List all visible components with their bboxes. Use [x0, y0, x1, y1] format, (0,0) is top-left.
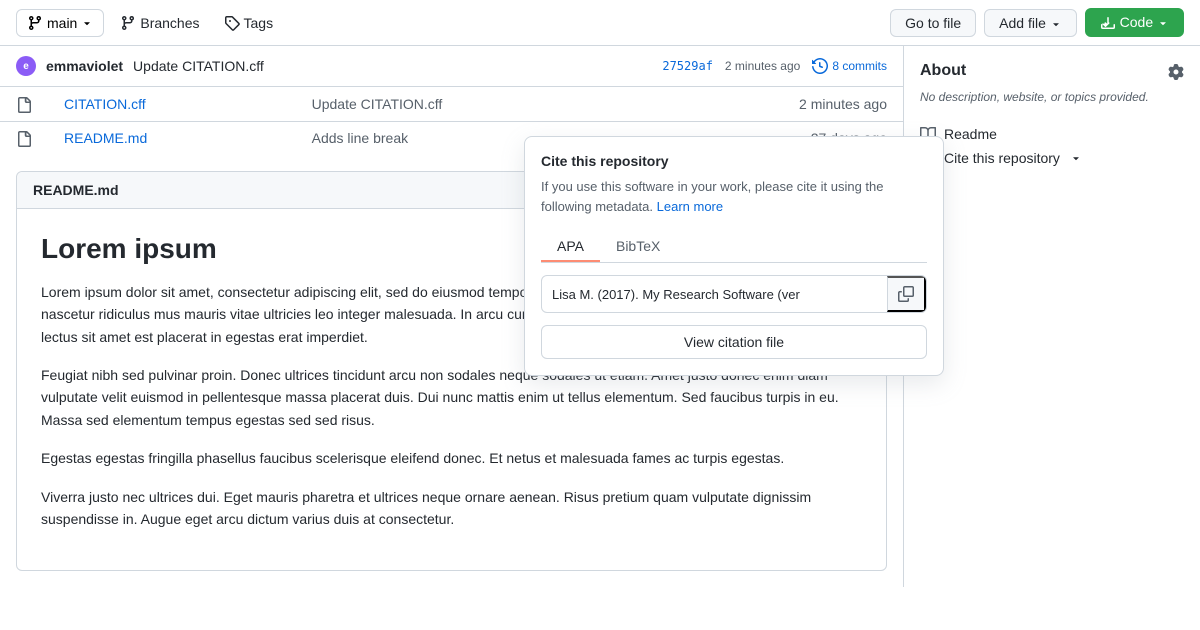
branches-icon — [120, 15, 136, 31]
view-citation-button[interactable]: View citation file — [541, 325, 927, 359]
commit-hash[interactable]: 27529af — [662, 59, 713, 73]
popover-description: If you use this software in your work, p… — [541, 177, 927, 216]
cite-tabs: APA BibTeX — [541, 232, 927, 263]
avatar: e — [16, 56, 36, 76]
citation-box: Lisa M. (2017). My Research Software (ve… — [541, 275, 927, 313]
file-commit-msg-citation: Update CITATION.cff — [312, 96, 443, 112]
cite-label: Cite this repository — [944, 150, 1060, 166]
branch-icon — [27, 15, 43, 31]
sidebar-description: No description, website, or topics provi… — [920, 88, 1184, 106]
add-file-chevron-icon — [1050, 18, 1062, 30]
go-to-file-button[interactable]: Go to file — [890, 9, 976, 37]
readme-para-3: Egestas egestas fringilla phasellus fauc… — [41, 447, 862, 469]
code-button[interactable]: Code — [1085, 8, 1184, 37]
history-icon — [812, 58, 828, 74]
file-icon-cell — [0, 87, 48, 121]
sidebar-header: About — [920, 62, 1184, 80]
commit-message: Update CITATION.cff — [133, 58, 264, 74]
file-name-readme[interactable]: README.md — [64, 130, 147, 146]
tags-icon — [224, 15, 240, 31]
file-name-citation[interactable]: CITATION.cff — [64, 96, 146, 112]
file-time-citation: 2 minutes ago — [645, 87, 903, 121]
learn-more-link[interactable]: Learn more — [657, 199, 723, 214]
citation-text: Lisa M. (2017). My Research Software (ve… — [542, 279, 887, 310]
file-icon — [16, 131, 32, 147]
file-icon — [16, 97, 32, 113]
main-layout: e emmaviolet Update CITATION.cff 27529af… — [0, 46, 1200, 587]
branches-link[interactable]: Branches — [112, 10, 207, 36]
code-chevron-icon — [1157, 17, 1169, 29]
commit-row: e emmaviolet Update CITATION.cff 27529af… — [0, 46, 903, 87]
gear-icon[interactable] — [1168, 63, 1184, 80]
chevron-down-icon — [81, 17, 93, 29]
tags-label: Tags — [244, 15, 274, 31]
cite-link[interactable]: Cite this repository — [920, 146, 1184, 170]
commits-link[interactable]: 8 commits — [812, 58, 887, 74]
commit-time: 2 minutes ago — [725, 59, 800, 73]
commit-author: emmaviolet — [46, 58, 123, 74]
sidebar: About No description, website, or topics… — [904, 46, 1200, 587]
cite-popover: Cite this repository If you use this sof… — [524, 136, 944, 376]
readme-link[interactable]: Readme — [920, 122, 1184, 146]
branch-selector[interactable]: main — [16, 9, 104, 37]
cite-chevron-icon — [1070, 152, 1082, 164]
table-row: CITATION.cff Update CITATION.cff 2 minut… — [0, 87, 903, 121]
commits-count: 8 commits — [832, 59, 887, 73]
popover-title: Cite this repository — [541, 153, 927, 169]
branches-label: Branches — [140, 15, 199, 31]
download-icon — [1100, 15, 1116, 31]
copy-citation-button[interactable] — [887, 276, 926, 312]
copy-icon — [898, 286, 914, 302]
readme-para-4: Viverra justo nec ultrices dui. Eget mau… — [41, 486, 862, 531]
sidebar-title: About — [920, 62, 966, 80]
commit-meta: 27529af 2 minutes ago 8 commits — [662, 58, 887, 74]
branch-name: main — [47, 15, 77, 31]
file-icon-cell — [0, 121, 48, 155]
tab-apa[interactable]: APA — [541, 232, 600, 262]
toolbar: main Branches Tags Go to file Add file C… — [0, 0, 1200, 46]
tags-link[interactable]: Tags — [216, 10, 282, 36]
readme-label: Readme — [944, 126, 997, 142]
file-commit-msg-readme: Adds line break — [312, 130, 409, 146]
tab-bibtex[interactable]: BibTeX — [600, 232, 676, 262]
add-file-button[interactable]: Add file — [984, 9, 1077, 37]
